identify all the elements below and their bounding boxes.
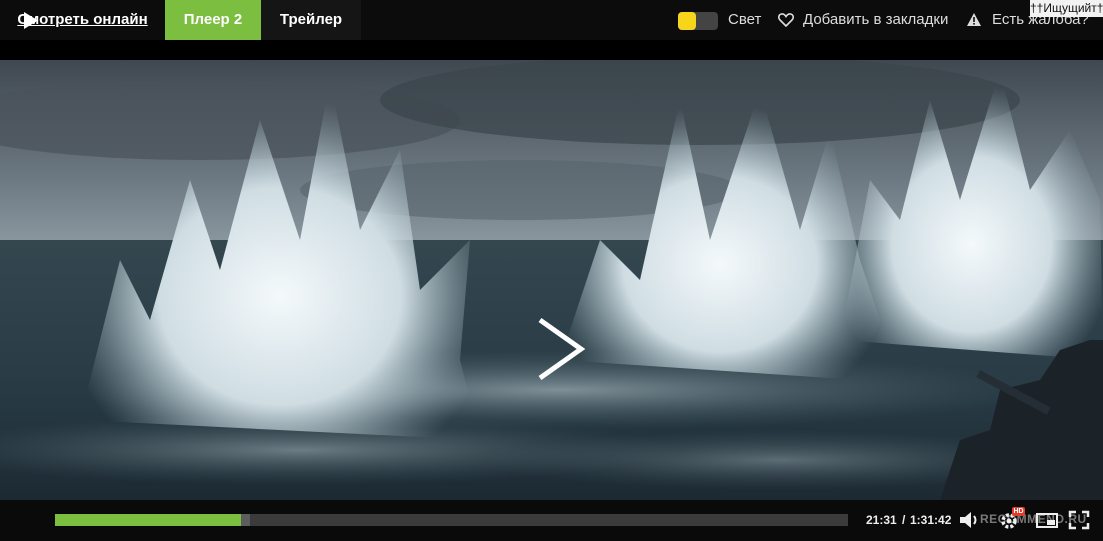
current-time: 21:31 <box>866 513 897 527</box>
fullscreen-icon[interactable] <box>1068 509 1090 531</box>
hd-badge: HD <box>1012 507 1025 516</box>
time-separator: / <box>902 513 906 527</box>
pip-icon[interactable] <box>1036 509 1058 531</box>
tab-player-2-label: Плеер 2 <box>183 11 243 28</box>
light-toggle-knob <box>678 12 696 30</box>
heart-icon <box>778 13 794 27</box>
light-toggle[interactable] <box>678 12 718 30</box>
video-frame[interactable] <box>0 60 1103 500</box>
corner-tag: ††Ищущийт† <box>1030 0 1103 17</box>
top-bar: Смотреть онлайн Плеер 2 Трейлер Свет Доб… <box>0 0 1103 40</box>
tab-player-2[interactable]: Плеер 2 <box>165 0 261 40</box>
progress-fill <box>55 514 242 526</box>
volume-icon[interactable] <box>958 509 982 531</box>
big-play-icon[interactable] <box>535 316 587 382</box>
tab-trailer-label: Трейлер <box>279 11 343 28</box>
warning-icon <box>967 13 981 26</box>
light-label: Свет <box>728 11 762 28</box>
add-bookmark-label: Добавить в закладки <box>803 11 949 28</box>
duration: 1:31:42 <box>910 513 952 527</box>
video-still-image <box>0 60 1103 500</box>
tab-trailer[interactable]: Трейлер <box>261 0 361 40</box>
progress-bar[interactable] <box>55 514 848 526</box>
play-icon[interactable] <box>22 11 40 30</box>
